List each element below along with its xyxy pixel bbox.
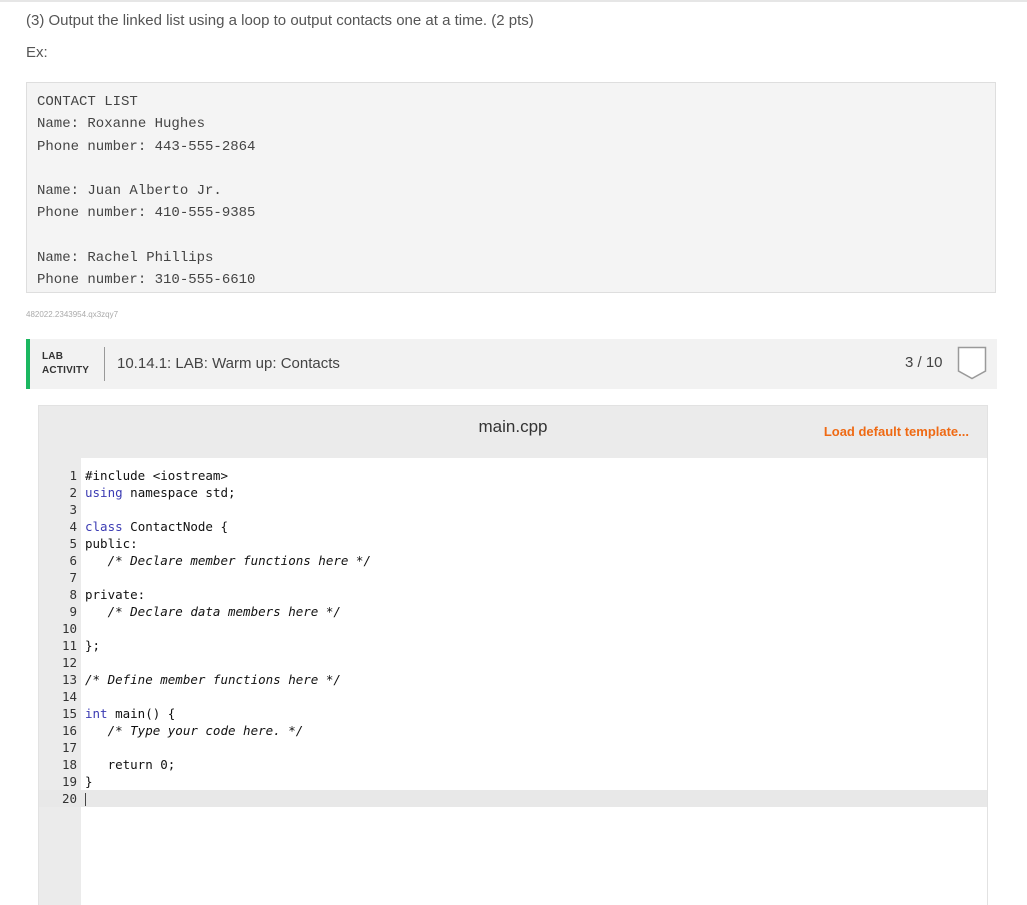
code-line: 14 bbox=[39, 688, 987, 705]
lab-tag-line1: LAB bbox=[42, 351, 64, 362]
code-line: 13 /* Define member functions here */ bbox=[39, 671, 987, 688]
code-line: 4 class ContactNode { bbox=[39, 518, 987, 535]
line-number: 3 bbox=[69, 502, 77, 517]
keyword: using bbox=[85, 485, 123, 500]
code-line: 12 bbox=[39, 654, 987, 671]
code-line: 18 return 0; bbox=[39, 756, 987, 773]
code-line: 5 public: bbox=[39, 535, 987, 552]
lab-title: 10.14.1: LAB: Warm up: Contacts bbox=[117, 355, 340, 372]
line-number: 8 bbox=[69, 587, 77, 602]
code-line: 7 bbox=[39, 569, 987, 586]
line-number: 10 bbox=[61, 621, 77, 636]
code-line: 15 int main() { bbox=[39, 705, 987, 722]
code-line: 3 bbox=[39, 501, 987, 518]
code-line-active[interactable]: 20 bbox=[39, 790, 987, 807]
keyword: class bbox=[85, 519, 123, 534]
code-text: return 0; bbox=[85, 757, 176, 772]
code-comment: /* Type your code here. */ bbox=[85, 723, 304, 738]
line-number: 18 bbox=[61, 757, 77, 772]
code-comment: /* Declare data members here */ bbox=[85, 604, 341, 619]
code-rest: ContactNode { bbox=[122, 519, 228, 534]
lab-activity-tag: LAB ACTIVITY bbox=[42, 350, 89, 378]
code-line: 2 using namespace std; bbox=[39, 484, 987, 501]
line-number: 2 bbox=[69, 485, 77, 500]
lab-activity-header: LAB ACTIVITY 10.14.1: LAB: Warm up: Cont… bbox=[26, 339, 997, 389]
code-text: class ContactNode { bbox=[85, 518, 228, 535]
line-number: 17 bbox=[61, 740, 77, 755]
line-number: 9 bbox=[69, 604, 77, 619]
lab-tag-line2: ACTIVITY bbox=[42, 365, 90, 376]
line-number: 15 bbox=[61, 706, 77, 721]
line-number: 14 bbox=[61, 689, 77, 704]
code-line: 9 /* Declare data members here */ bbox=[39, 603, 987, 620]
keyword: int bbox=[85, 706, 108, 721]
line-number: 4 bbox=[69, 519, 77, 534]
code-line: 19} bbox=[39, 773, 987, 790]
line-number: 12 bbox=[61, 655, 77, 670]
example-output-text: CONTACT LIST Name: Roxanne Hughes Phone … bbox=[37, 94, 256, 289]
code-rest: main() { bbox=[107, 706, 176, 721]
code-line: 6 /* Declare member functions here */ bbox=[39, 552, 987, 569]
text-cursor bbox=[85, 790, 86, 807]
code-text: int main() { bbox=[85, 705, 175, 722]
code-line: 8 private: bbox=[39, 586, 987, 603]
line-number: 6 bbox=[69, 553, 77, 568]
top-divider bbox=[0, 0, 1027, 2]
editor-header: main.cpp Load default template... bbox=[39, 406, 987, 458]
line-number: 1 bbox=[69, 468, 77, 483]
line-number: 16 bbox=[61, 723, 77, 738]
score-display: 3 / 10 bbox=[905, 354, 943, 371]
code-line: 1 #include <iostream> bbox=[39, 467, 987, 484]
code-text: public: bbox=[85, 536, 138, 551]
line-number: 19 bbox=[61, 774, 77, 789]
line-number: 7 bbox=[69, 570, 77, 585]
code-comment: /* Declare member functions here */ bbox=[85, 553, 371, 568]
code-text: #include <iostream> bbox=[85, 468, 228, 483]
line-number: 13 bbox=[61, 672, 77, 687]
completion-badge-icon bbox=[957, 346, 987, 380]
example-label: Ex: bbox=[26, 44, 48, 61]
header-divider bbox=[104, 347, 105, 381]
load-default-template-button[interactable]: Load default template... bbox=[824, 424, 969, 439]
code-text: } bbox=[85, 774, 93, 789]
code-line: 11}; bbox=[39, 637, 987, 654]
line-number: 20 bbox=[61, 791, 77, 806]
line-number: 5 bbox=[69, 536, 77, 551]
code-line: 16 /* Type your code here. */ bbox=[39, 722, 987, 739]
code-rest: namespace std; bbox=[122, 485, 236, 500]
step-instruction: (3) Output the linked list using a loop … bbox=[26, 12, 534, 29]
activity-id: 482022.2343954.qx3zqy7 bbox=[26, 310, 119, 319]
code-text: private: bbox=[85, 587, 146, 602]
code-text: using namespace std; bbox=[85, 484, 236, 501]
line-number: 11 bbox=[61, 638, 77, 653]
code-area[interactable]: 1 #include <iostream> 2 using namespace st… bbox=[39, 467, 987, 807]
code-text: }; bbox=[85, 638, 101, 653]
code-line: 10 bbox=[39, 620, 987, 637]
code-line: 17 bbox=[39, 739, 987, 756]
code-comment: /* Define member functions here */ bbox=[85, 672, 341, 687]
example-output-box: CONTACT LIST Name: Roxanne Hughes Phone … bbox=[26, 82, 996, 293]
code-editor[interactable]: main.cpp Load default template... 1 #incl… bbox=[38, 405, 988, 905]
